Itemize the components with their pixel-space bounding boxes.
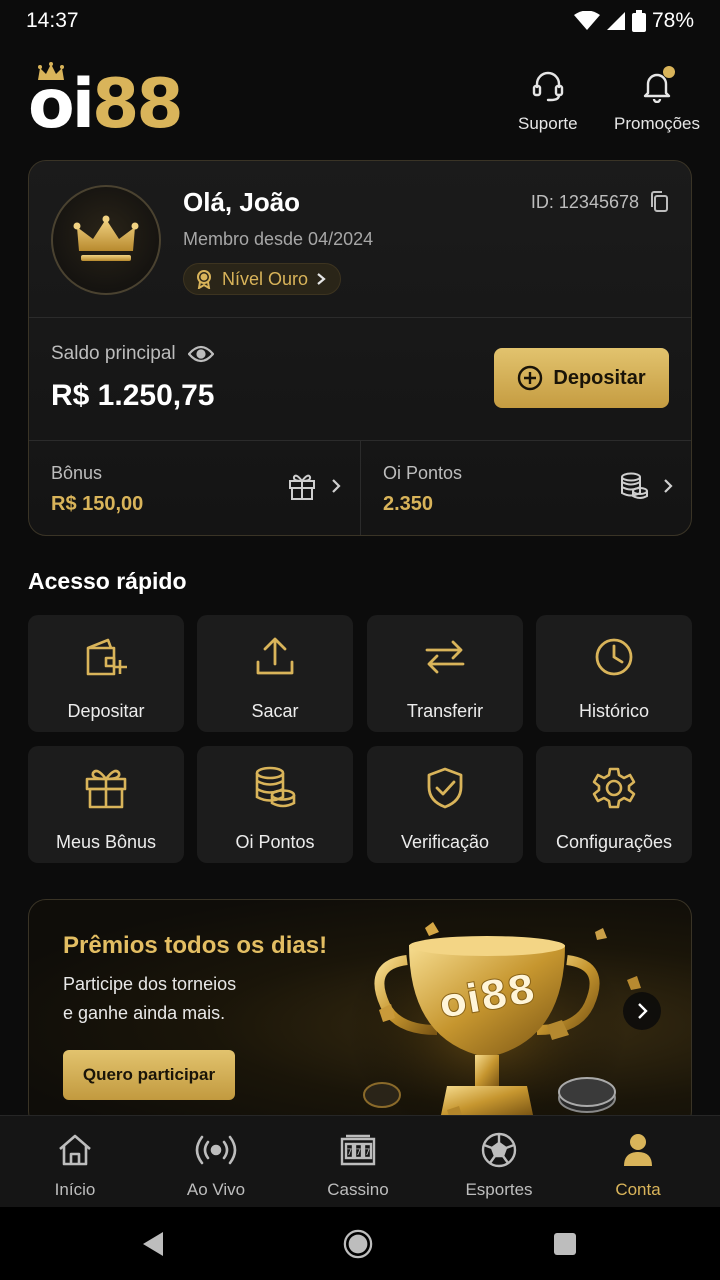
status-bar: 14:37 78% [0, 0, 720, 42]
chevron-right-icon [332, 479, 341, 493]
balance-label: Saldo principal [51, 343, 214, 365]
bonus-label: Bônus [51, 463, 103, 483]
qa-transfer[interactable]: Transferir [367, 615, 523, 732]
home-circle-icon [343, 1229, 373, 1259]
greeting: Olá, João [183, 187, 301, 217]
live-broadcast-icon [195, 1135, 237, 1165]
level-label: Nível Ouro [222, 268, 309, 289]
user-id: ID: 12345678 [531, 191, 669, 213]
crown-icon [73, 215, 139, 261]
support-button[interactable]: Suporte [518, 66, 578, 134]
promotions-label: Promoções [614, 114, 700, 133]
gear-icon [592, 767, 636, 809]
deposit-button-label: Depositar [553, 366, 646, 389]
recents-button[interactable] [550, 1229, 580, 1259]
wifi-icon [573, 11, 600, 30]
points-value: 2.350 [383, 493, 434, 515]
divider [29, 317, 691, 318]
nav-sports[interactable]: Esportes [429, 1116, 569, 1208]
gift-icon [289, 474, 315, 500]
transfer-arrows-icon [425, 640, 465, 674]
level-badge[interactable]: Nível Ouro [183, 263, 342, 295]
deposit-button[interactable]: Depositar [494, 348, 669, 408]
qa-verification[interactable]: Verificação [367, 746, 523, 863]
copy-icon[interactable] [649, 191, 669, 213]
nav-live[interactable]: Ao Vivo [146, 1116, 286, 1208]
eye-icon[interactable] [187, 345, 214, 363]
qa-withdraw[interactable]: Sacar [197, 615, 353, 732]
upload-icon [256, 637, 294, 675]
promo-text: Participe dos torneios e ganhe ainda mai… [63, 974, 237, 1023]
member-since: Membro desde 04/2024 [183, 229, 374, 249]
signal-icon [606, 12, 625, 30]
join-tournament-button[interactable]: Quero participar [63, 1050, 235, 1100]
shield-check-icon [427, 767, 463, 809]
qa-history[interactable]: Histórico [536, 615, 692, 732]
bonus-value: R$ 150,00 [51, 493, 144, 515]
trophy-illustration: oi88 [347, 920, 641, 1128]
points-label: Oi Pontos [383, 463, 463, 483]
promo-title: Prêmios todos os dias! [63, 932, 328, 959]
home-button[interactable] [343, 1229, 373, 1259]
qa-deposit[interactable]: Depositar [28, 615, 184, 732]
qa-my-bonus[interactable]: Meus Bônus [28, 746, 184, 863]
user-icon [624, 1134, 652, 1166]
logo-wordmark: oi88 [28, 65, 184, 144]
bonus-cell[interactable]: Bônus R$ 150,00 [29, 441, 361, 535]
nav-account[interactable]: Conta [568, 1116, 708, 1208]
chevron-right-icon [317, 273, 326, 285]
avatar[interactable] [51, 185, 161, 295]
balance-value: R$ 1.250,75 [51, 379, 215, 412]
status-time: 14:37 [26, 9, 79, 32]
user-id-text: ID: 12345678 [530, 191, 639, 212]
notification-dot [662, 66, 675, 78]
recents-square-icon [554, 1233, 576, 1255]
status-icons: 78% [573, 9, 694, 33]
headset-icon [532, 71, 563, 102]
svg-text:7: 7 [347, 1148, 353, 1158]
support-label: Suporte [518, 114, 578, 133]
qa-settings[interactable]: Configurações [536, 746, 692, 863]
svg-text:7: 7 [365, 1148, 371, 1158]
clock-icon [595, 638, 633, 676]
chevron-right-icon [664, 479, 673, 493]
bottom-navigation: Início Ao Vivo 777 Cassino Esportes Cont… [0, 1115, 720, 1207]
coins-icon [255, 766, 296, 808]
back-triangle-icon [143, 1232, 163, 1256]
battery-icon [631, 10, 646, 32]
promo-banner[interactable]: Prêmios todos os dias! Participe dos tor… [28, 899, 692, 1129]
quick-access-grid: Depositar Sacar Transferir Histórico Meu… [28, 615, 692, 863]
app-header: oi88 Suporte Promoções [0, 58, 720, 148]
battery-level: 78% [651, 9, 694, 32]
chevron-right-icon [638, 1003, 648, 1019]
medal-icon [197, 270, 211, 289]
profile-card: Olá, João Membro desde 04/2024 Nível Our… [28, 160, 692, 536]
gift-icon [85, 769, 127, 809]
back-button[interactable] [138, 1229, 168, 1259]
svg-text:7: 7 [356, 1148, 362, 1158]
slot-machine-icon: 777 [340, 1134, 376, 1166]
quick-access-title: Acesso rápido [28, 568, 187, 594]
qa-oi-points[interactable]: Oi Pontos [197, 746, 353, 863]
wallet-plus-icon [86, 638, 127, 676]
nav-casino[interactable]: 777 Cassino [288, 1116, 428, 1208]
coins-icon [621, 472, 648, 499]
plus-circle-icon [518, 365, 543, 391]
soccer-ball-icon [481, 1132, 517, 1168]
points-cell[interactable]: Oi Pontos 2.350 [361, 441, 691, 535]
carousel-next-button[interactable] [623, 992, 661, 1030]
system-navigation-bar [0, 1207, 720, 1280]
oi88-logo[interactable]: oi88 [28, 62, 188, 144]
nav-home[interactable]: Início [5, 1116, 145, 1208]
home-icon [59, 1134, 91, 1166]
promotions-button[interactable]: Promoções [614, 66, 700, 134]
